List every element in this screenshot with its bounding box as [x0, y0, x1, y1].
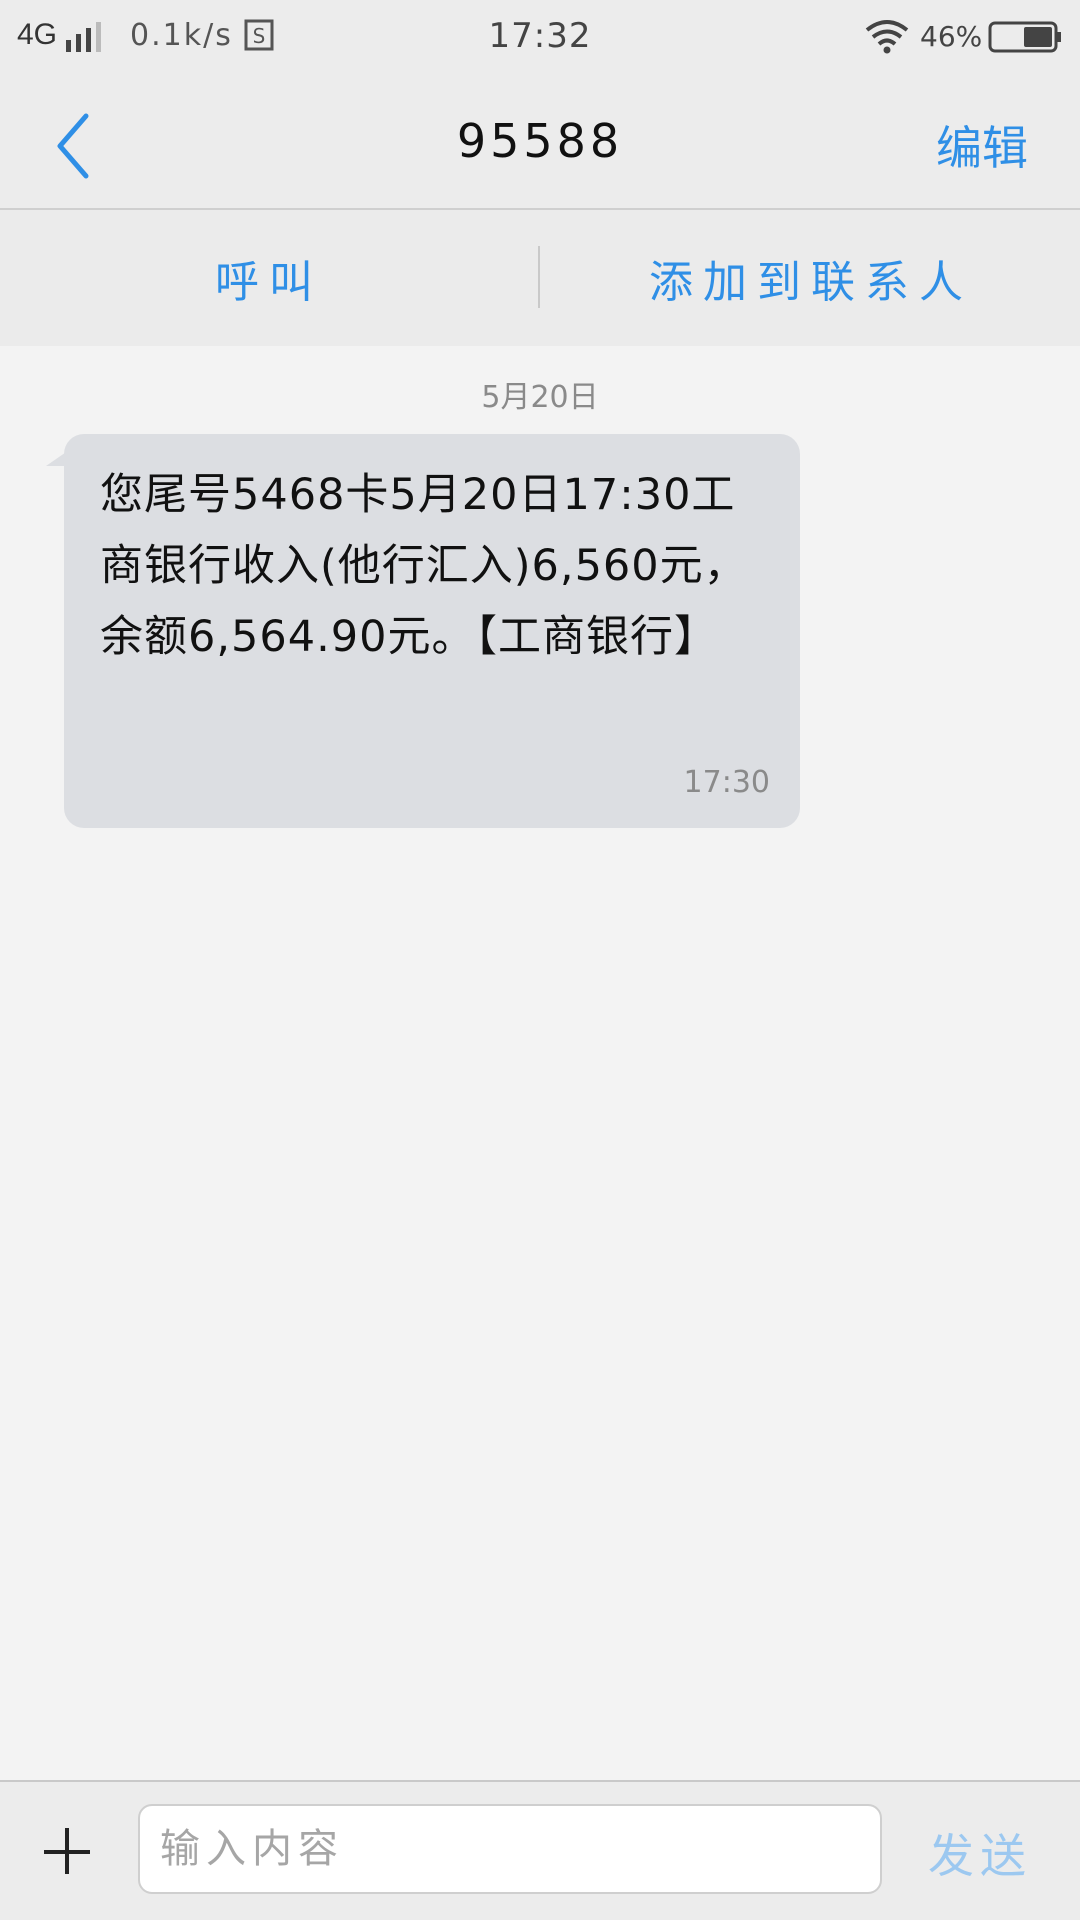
- title-bar: 95588 编辑: [0, 76, 1080, 210]
- bubble-tail: [46, 448, 72, 466]
- status-time: 17:32: [488, 16, 592, 56]
- message-text: 您尾号5468卡5月20日17:30工商银行收入(他行汇入)6,560元，余额6…: [100, 470, 748, 662]
- add-to-contacts-button[interactable]: 添加到联系人: [542, 210, 1080, 346]
- battery-icon: [988, 21, 1061, 53]
- edit-button[interactable]: 编辑: [936, 112, 1028, 178]
- date-separator: 5月20日: [481, 380, 599, 415]
- add-attachment-plus-icon[interactable]: [44, 1828, 92, 1876]
- conversation-title: 95588: [456, 114, 624, 168]
- status-bar: 4G 0.1k/s S 17:32 46%: [0, 0, 1080, 76]
- send-button[interactable]: 发送: [928, 1820, 1032, 1886]
- wifi-icon: [865, 20, 909, 54]
- incoming-message-bubble[interactable]: 您尾号5468卡5月20日17:30工商银行收入(他行汇入)6,560元，余额6…: [46, 434, 800, 828]
- battery-percent: 46%: [920, 20, 983, 53]
- action-divider: [538, 246, 540, 308]
- message-input[interactable]: [138, 1804, 882, 1894]
- message-timestamp: 17:30: [683, 765, 770, 800]
- message-composer: 发送: [0, 1780, 1080, 1920]
- contact-action-bar: 呼叫 添加到联系人: [0, 210, 1080, 346]
- messaging-screen: 4G 0.1k/s S 17:32 46% 95588 编辑 呼叫 添加到联系人…: [0, 0, 1080, 1920]
- call-button[interactable]: 呼叫: [0, 210, 538, 346]
